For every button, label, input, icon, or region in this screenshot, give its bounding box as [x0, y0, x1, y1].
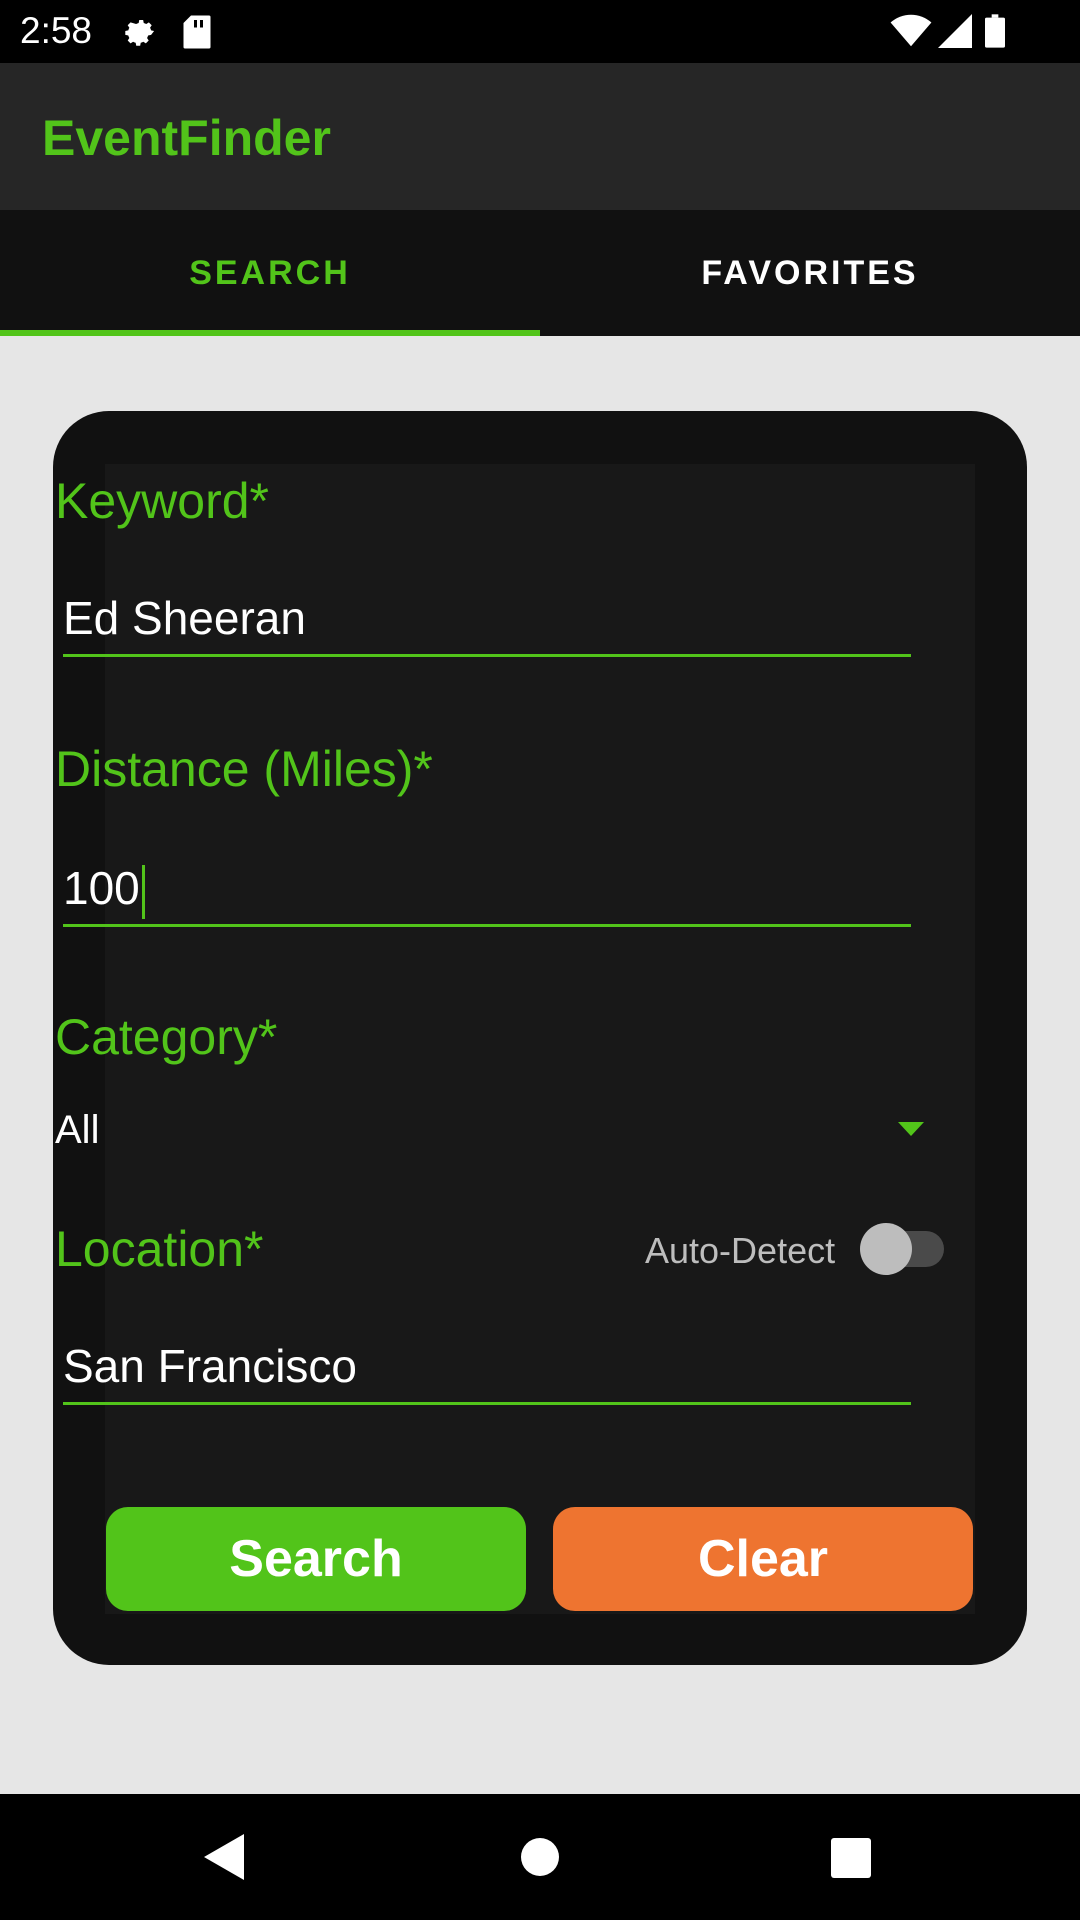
dropdown-arrow-icon[interactable] [898, 1122, 924, 1136]
keyword-label: Keyword* [55, 473, 269, 529]
wifi-icon [890, 14, 932, 53]
status-time: 2:58 [20, 10, 93, 51]
tab-search[interactable]: SEARCH [0, 210, 540, 336]
home-icon[interactable] [520, 1837, 560, 1882]
distance-label: Distance (Miles)* [55, 741, 433, 797]
back-icon[interactable] [204, 1834, 244, 1885]
app-title: EventFinder [42, 110, 331, 166]
location-input[interactable]: San Francisco [63, 1336, 911, 1405]
clear-button[interactable]: Clear [553, 1507, 973, 1611]
text-cursor [141, 864, 145, 919]
settings-icon [122, 14, 158, 55]
category-select-value[interactable]: All [55, 1108, 99, 1153]
keyword-value: Ed Sheeran [63, 592, 306, 644]
toggle-knob[interactable] [860, 1223, 912, 1275]
distance-value: 100 [63, 862, 140, 914]
status-bar: 2:58 [0, 0, 1080, 63]
category-label: Category* [55, 1009, 278, 1065]
auto-detect-label: Auto-Detect [645, 1230, 836, 1271]
navigation-bar [0, 1794, 1080, 1920]
app-bar: EventFinder [0, 63, 1080, 210]
keyword-input[interactable]: Ed Sheeran [63, 588, 911, 657]
tab-selected-indicator [0, 330, 540, 336]
search-button[interactable]: Search [106, 1507, 526, 1611]
battery-icon [985, 14, 1005, 53]
tab-bar: SEARCH FAVORITES [0, 210, 1080, 336]
distance-input[interactable]: 100 [63, 858, 911, 927]
location-label: Location* [55, 1221, 264, 1277]
tab-favorites[interactable]: FAVORITES [540, 210, 1080, 336]
location-value: San Francisco [63, 1340, 358, 1392]
recents-icon[interactable] [831, 1838, 871, 1883]
signal-icon [938, 14, 972, 53]
sd-card-icon [182, 14, 212, 55]
